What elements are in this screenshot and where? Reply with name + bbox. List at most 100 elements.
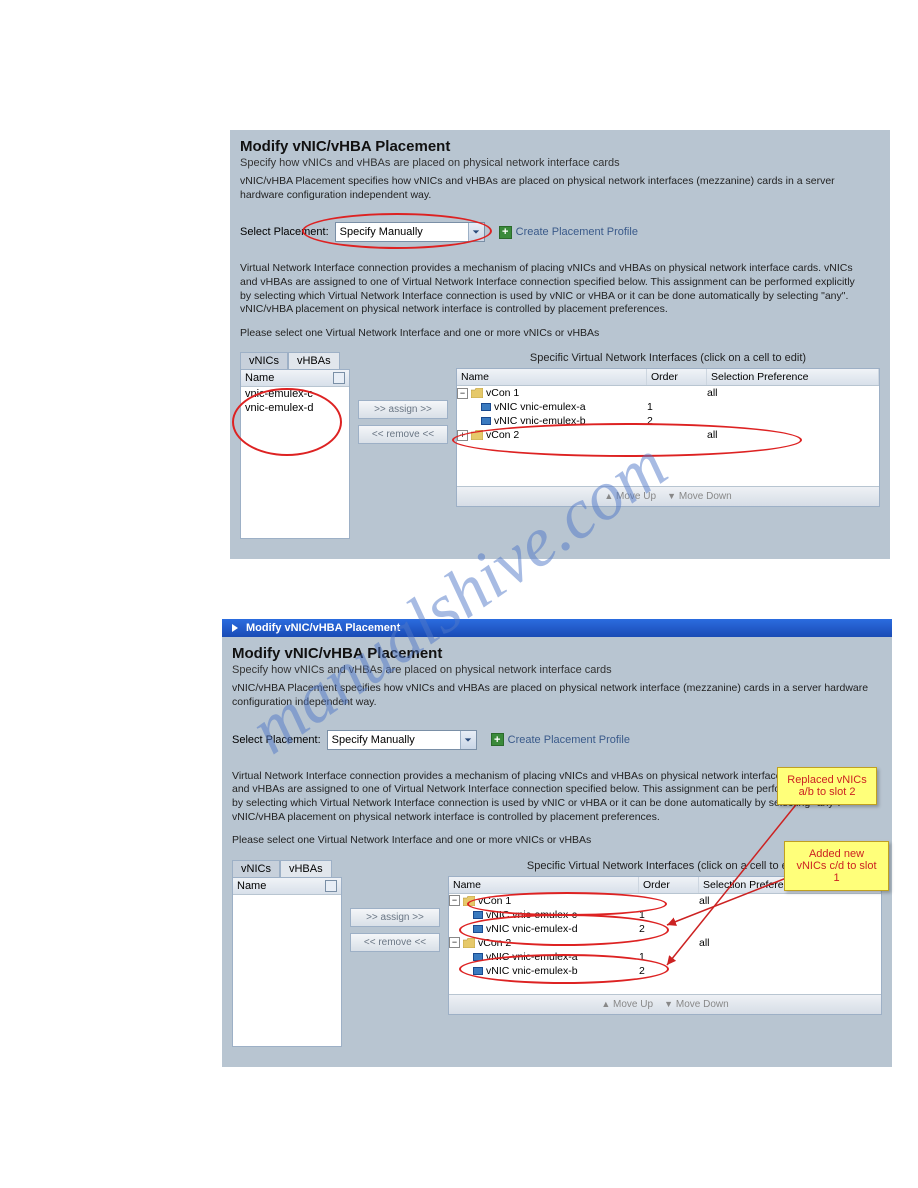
row-order: 1 bbox=[639, 951, 699, 963]
tree-group-row[interactable]: − vCon 2 all bbox=[449, 936, 881, 950]
source-listbox[interactable]: Name bbox=[232, 877, 342, 1047]
move-up-button[interactable]: Move Up bbox=[613, 999, 653, 1010]
list-header-name: Name bbox=[245, 372, 274, 384]
row-selection-preference[interactable]: all bbox=[707, 387, 879, 399]
vni-description: Virtual Network Interface connection pro… bbox=[232, 770, 852, 825]
row-name: vNIC vnic-emulex-c bbox=[486, 909, 577, 921]
col-order[interactable]: Order bbox=[647, 369, 707, 385]
triangle-down-icon: ▼ bbox=[664, 999, 673, 1009]
tree-child-row[interactable]: vNIC vnic-emulex-b 2 bbox=[449, 964, 881, 978]
row-name: vCon 1 bbox=[478, 895, 511, 907]
vcon-grid: Name Order Selection Preference −vCon 1a… bbox=[448, 876, 882, 1015]
window-titlebar: Modify vNIC/vHBA Placement bbox=[222, 619, 892, 637]
nic-icon bbox=[473, 953, 483, 961]
list-header-options-icon[interactable] bbox=[333, 372, 345, 384]
row-name: vCon 1 bbox=[486, 387, 519, 399]
source-panel: vNICs vHBAs Name vnic-emulex-c vnic-emul… bbox=[240, 352, 350, 539]
nic-icon bbox=[473, 967, 483, 975]
tab-vnics[interactable]: vNICs bbox=[240, 352, 288, 369]
row-selection-preference[interactable]: all bbox=[699, 895, 881, 907]
folder-icon bbox=[471, 388, 483, 398]
dialog-2: Modify vNIC/vHBA Placement Modify vNIC/v… bbox=[222, 619, 892, 1066]
vni-description: Virtual Network Interface connection pro… bbox=[240, 262, 860, 317]
list-header-name: Name bbox=[237, 880, 266, 892]
row-selection-preference[interactable]: all bbox=[707, 429, 879, 441]
row-order: 1 bbox=[647, 401, 707, 413]
tab-vnics[interactable]: vNICs bbox=[232, 860, 280, 877]
move-down-button[interactable]: Move Down bbox=[679, 491, 732, 502]
nic-icon bbox=[481, 403, 491, 411]
vcon-grid: Name Order Selection Preference − vCon 1 a… bbox=[456, 368, 880, 507]
source-listbox[interactable]: Name vnic-emulex-c vnic-emulex-d bbox=[240, 369, 350, 539]
col-name[interactable]: Name bbox=[449, 877, 639, 893]
placement-description: vNIC/vHBA Placement specifies how vNICs … bbox=[240, 175, 880, 202]
tree-group-row[interactable]: − vCon 1 all bbox=[449, 894, 881, 908]
col-selection-preference[interactable]: Selection Preference bbox=[707, 369, 879, 385]
dialog-1: Modify vNIC/vHBA Placement Specify how v… bbox=[230, 130, 890, 559]
folder-icon bbox=[463, 896, 475, 906]
grid-footer: ▲ Move Up ▼ Move Down bbox=[457, 486, 879, 506]
row-name: vNIC vnic-emulex-d bbox=[486, 923, 578, 935]
tree-child-row[interactable]: vNIC vnic-emulex-a 1 bbox=[457, 400, 879, 414]
assign-button[interactable]: >> assign >> bbox=[358, 400, 448, 419]
list-header-options-icon[interactable] bbox=[325, 880, 337, 892]
select-instruction: Please select one Virtual Network Interf… bbox=[240, 327, 880, 341]
assign-button[interactable]: >> assign >> bbox=[350, 908, 440, 927]
select-placement-label: Select Placement: bbox=[240, 226, 329, 238]
source-panel: vNICs vHBAs Name bbox=[232, 860, 342, 1047]
tab-vhbas[interactable]: vHBAs bbox=[280, 860, 332, 877]
triangle-up-icon: ▲ bbox=[601, 999, 610, 1009]
tree-child-row[interactable]: vNIC vnic-emulex-c1 bbox=[449, 908, 881, 922]
tree-child-row[interactable]: vNIC vnic-emulex-a 1 bbox=[449, 950, 881, 964]
select-placement-dropdown[interactable]: Specify Manually bbox=[335, 222, 485, 242]
triangle-down-icon: ▼ bbox=[667, 491, 676, 501]
tree-group-row[interactable]: + vCon 2 all bbox=[457, 428, 879, 442]
plus-icon: + bbox=[491, 733, 504, 746]
col-order[interactable]: Order bbox=[639, 877, 699, 893]
tree-group-row[interactable]: − vCon 1 all bbox=[457, 386, 879, 400]
folder-icon bbox=[471, 430, 483, 440]
row-name: vNIC vnic-emulex-a bbox=[486, 951, 578, 963]
create-placement-profile-link[interactable]: + Create Placement Profile bbox=[499, 226, 638, 239]
tree-child-row[interactable]: vNIC vnic-emulex-b2 bbox=[457, 414, 879, 428]
expander-icon[interactable]: − bbox=[449, 937, 460, 948]
col-name[interactable]: Name bbox=[457, 369, 647, 385]
row-order: 2 bbox=[639, 965, 699, 977]
row-name: vNIC vnic-emulex-b bbox=[486, 965, 578, 977]
dialog-subtitle: Specify how vNICs and vHBAs are placed o… bbox=[232, 664, 882, 676]
row-name: vCon 2 bbox=[478, 937, 511, 949]
create-placement-label: Create Placement Profile bbox=[508, 734, 630, 746]
row-selection-preference[interactable]: all bbox=[699, 937, 881, 949]
chevron-down-icon bbox=[460, 731, 476, 749]
move-down-button[interactable]: Move Down bbox=[676, 999, 729, 1010]
row-order: 2 bbox=[639, 923, 699, 935]
move-up-button[interactable]: Move Up bbox=[616, 491, 656, 502]
expander-icon[interactable]: + bbox=[457, 430, 468, 441]
row-name: vNIC vnic-emulex-a bbox=[494, 401, 586, 413]
remove-button[interactable]: << remove << bbox=[350, 933, 440, 952]
dialog-title: Modify vNIC/vHBA Placement bbox=[232, 645, 882, 662]
annotation-callout: Added new vNICs c/d to slot 1 bbox=[784, 841, 889, 891]
row-name: vCon 2 bbox=[486, 429, 519, 441]
dialog-subtitle: Specify how vNICs and vHBAs are placed o… bbox=[240, 157, 880, 169]
chevron-down-icon bbox=[468, 223, 484, 241]
expander-icon[interactable]: − bbox=[449, 895, 460, 906]
list-item[interactable]: vnic-emulex-d bbox=[241, 401, 349, 415]
row-name: vNIC vnic-emulex-b bbox=[494, 415, 586, 427]
tree-child-row[interactable]: vNIC vnic-emulex-d 2 bbox=[449, 922, 881, 936]
plus-icon: + bbox=[499, 226, 512, 239]
select-placement-value: Specify Manually bbox=[332, 734, 415, 746]
list-item[interactable]: vnic-emulex-c bbox=[241, 387, 349, 401]
dialog-title: Modify vNIC/vHBA Placement bbox=[240, 138, 880, 155]
select-placement-label: Select Placement: bbox=[232, 734, 321, 746]
annotation-callout: Replaced vNICs a/b to slot 2 bbox=[777, 767, 877, 805]
remove-button[interactable]: << remove << bbox=[358, 425, 448, 444]
expander-icon[interactable]: − bbox=[457, 388, 468, 399]
select-placement-dropdown[interactable]: Specify Manually bbox=[327, 730, 477, 750]
triangle-right-icon bbox=[230, 623, 240, 633]
triangle-up-icon: ▲ bbox=[604, 491, 613, 501]
create-placement-profile-link[interactable]: + Create Placement Profile bbox=[491, 733, 630, 746]
nic-icon bbox=[473, 925, 483, 933]
tab-vhbas[interactable]: vHBAs bbox=[288, 352, 340, 369]
window-title: Modify vNIC/vHBA Placement bbox=[246, 622, 400, 634]
